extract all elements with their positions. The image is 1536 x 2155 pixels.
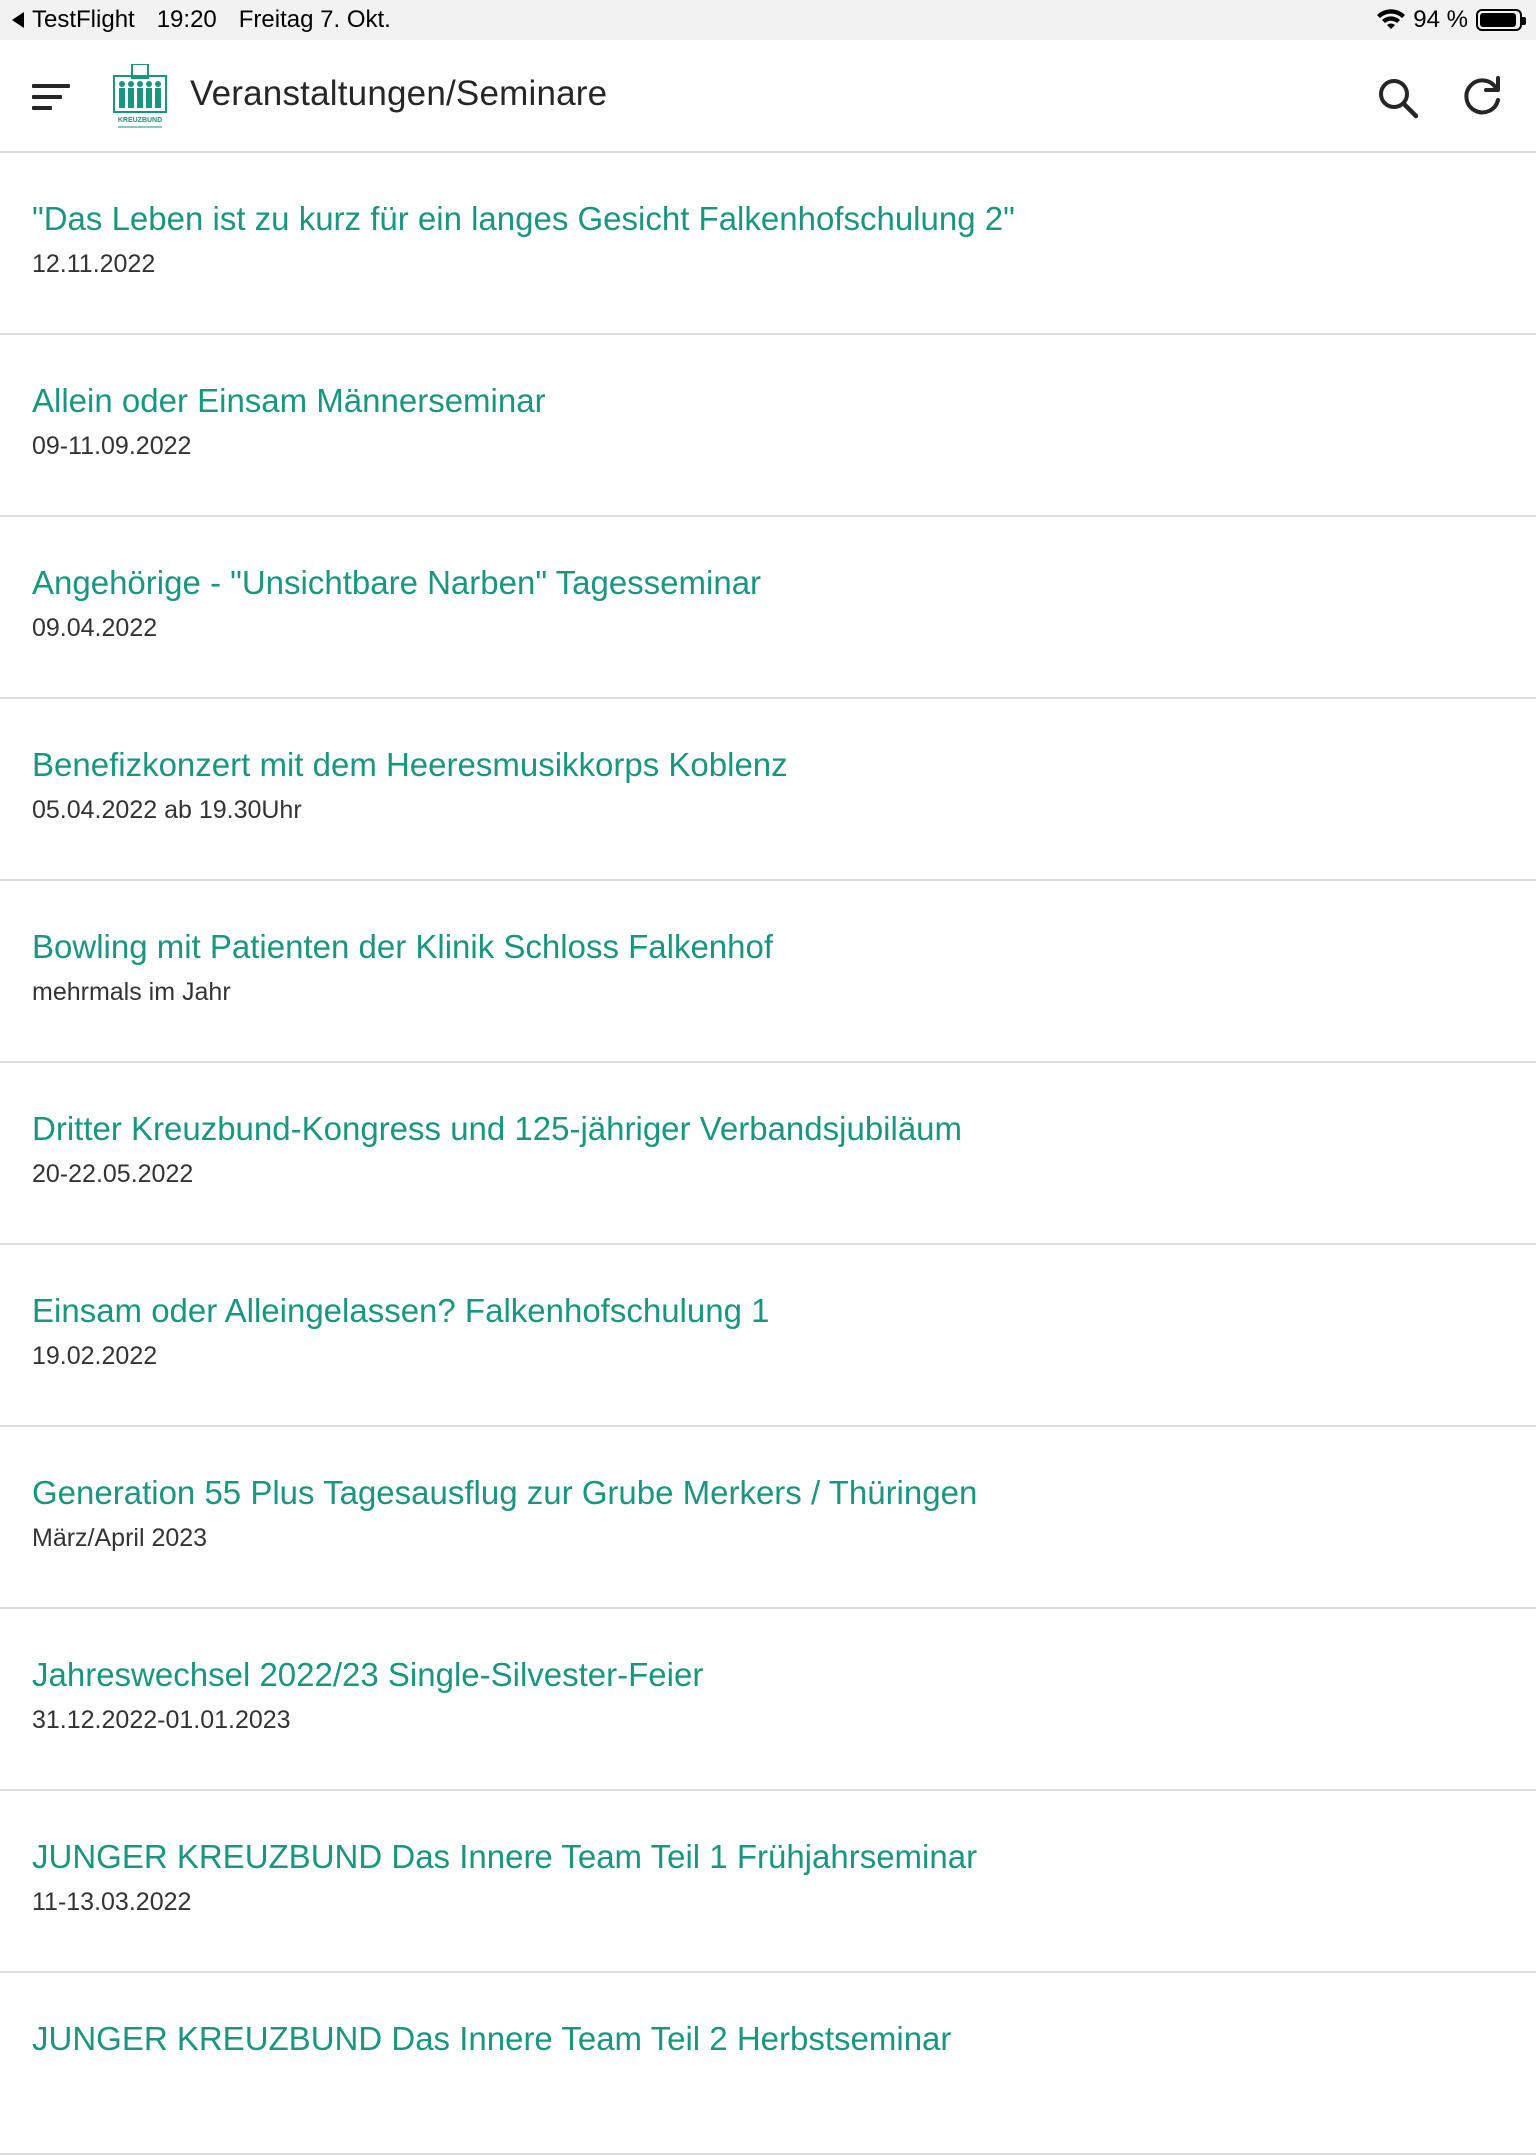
battery-percent: 94 % bbox=[1413, 6, 1468, 33]
event-title: JUNGER KREUZBUND Das Innere Team Teil 2 … bbox=[32, 2020, 952, 2057]
list-item[interactable]: "Das Leben ist zu kurz für ein langes Ge… bbox=[0, 153, 1536, 335]
event-title: Angehörige - "Unsichtbare Narben" Tagess… bbox=[32, 564, 762, 601]
menu-icon bbox=[32, 84, 70, 110]
list-item[interactable]: Allein oder Einsam Männerseminar 09-11.0… bbox=[0, 335, 1536, 517]
event-title: "Das Leben ist zu kurz für ein langes Ge… bbox=[32, 200, 1015, 237]
status-time: 19:20 bbox=[156, 6, 217, 33]
event-title: Einsam oder Alleingelassen? Falkenhofsch… bbox=[32, 1292, 770, 1329]
app-bar: KREUZBUND Veranstaltungen/Seminare bbox=[0, 40, 1536, 153]
event-date: 09-11.09.2022 bbox=[32, 432, 192, 460]
wifi-icon bbox=[1377, 9, 1406, 29]
list-item[interactable]: Benefizkonzert mit dem Heeresmusikkorps … bbox=[0, 699, 1536, 881]
battery-fill bbox=[1480, 13, 1516, 27]
list-item[interactable]: Generation 55 Plus Tagesausflug zur Grub… bbox=[0, 1427, 1536, 1609]
list-item[interactable]: JUNGER KREUZBUND Das Innere Team Teil 2 … bbox=[0, 1973, 1536, 2155]
status-bar: TestFlight 19:20 Freitag 7. Okt. 94 % bbox=[0, 0, 1536, 40]
refresh-icon bbox=[1464, 76, 1500, 115]
event-date: 31.12.2022-01.01.2023 bbox=[32, 1706, 291, 1734]
list-item[interactable]: JUNGER KREUZBUND Das Innere Team Teil 1 … bbox=[0, 1791, 1536, 1973]
event-title: Dritter Kreuzbund-Kongress und 125-jähri… bbox=[32, 1110, 963, 1147]
battery-cap bbox=[1522, 17, 1526, 25]
status-left: TestFlight 19:20 Freitag 7. Okt. bbox=[12, 6, 391, 34]
back-to-app-button[interactable]: TestFlight bbox=[12, 6, 135, 34]
list-item[interactable]: Dritter Kreuzbund-Kongress und 125-jähri… bbox=[0, 1063, 1536, 1245]
event-date: März/April 2023 bbox=[32, 1524, 208, 1552]
logo-text: KREUZBUND bbox=[118, 117, 162, 124]
event-date: 20-22.05.2022 bbox=[32, 1160, 194, 1188]
back-app-label: TestFlight bbox=[32, 6, 135, 33]
search-button[interactable] bbox=[1374, 74, 1422, 122]
search-icon bbox=[1379, 79, 1419, 119]
event-date: 09.04.2022 bbox=[32, 614, 158, 642]
event-date: 19.02.2022 bbox=[32, 1342, 158, 1370]
event-title: Jahreswechsel 2022/23 Single-Silvester-F… bbox=[32, 1656, 704, 1693]
back-arrow-icon bbox=[12, 12, 24, 28]
event-date: 05.04.2022 ab 19.30Uhr bbox=[32, 796, 302, 824]
event-title: Benefizkonzert mit dem Heeresmusikkorps … bbox=[32, 746, 788, 783]
page-title: Veranstaltungen/Seminare bbox=[190, 74, 608, 113]
status-right: 94 % bbox=[1377, 6, 1526, 34]
battery-icon bbox=[1476, 9, 1526, 31]
event-title: Allein oder Einsam Männerseminar bbox=[32, 382, 546, 419]
list-item[interactable]: Einsam oder Alleingelassen? Falkenhofsch… bbox=[0, 1245, 1536, 1427]
list-item[interactable]: Jahreswechsel 2022/23 Single-Silvester-F… bbox=[0, 1609, 1536, 1791]
list-item[interactable]: Angehörige - "Unsichtbare Narben" Tagess… bbox=[0, 517, 1536, 699]
refresh-button[interactable] bbox=[1458, 74, 1506, 122]
event-title: Generation 55 Plus Tagesausflug zur Grub… bbox=[32, 1474, 978, 1511]
event-date: mehrmals im Jahr bbox=[32, 978, 231, 1006]
status-date: Freitag 7. Okt. bbox=[238, 6, 391, 33]
event-list: "Das Leben ist zu kurz für ein langes Ge… bbox=[0, 153, 1536, 2155]
list-item[interactable]: Bowling mit Patienten der Klinik Schloss… bbox=[0, 881, 1536, 1063]
menu-button[interactable] bbox=[32, 82, 72, 112]
event-date: 12.11.2022 bbox=[32, 250, 156, 278]
event-date: 11-13.03.2022 bbox=[32, 1888, 192, 1916]
kreuzbund-logo: KREUZBUND bbox=[112, 63, 168, 132]
event-title: Bowling mit Patienten der Klinik Schloss… bbox=[32, 928, 774, 965]
event-title: JUNGER KREUZBUND Das Innere Team Teil 1 … bbox=[32, 1838, 978, 1875]
